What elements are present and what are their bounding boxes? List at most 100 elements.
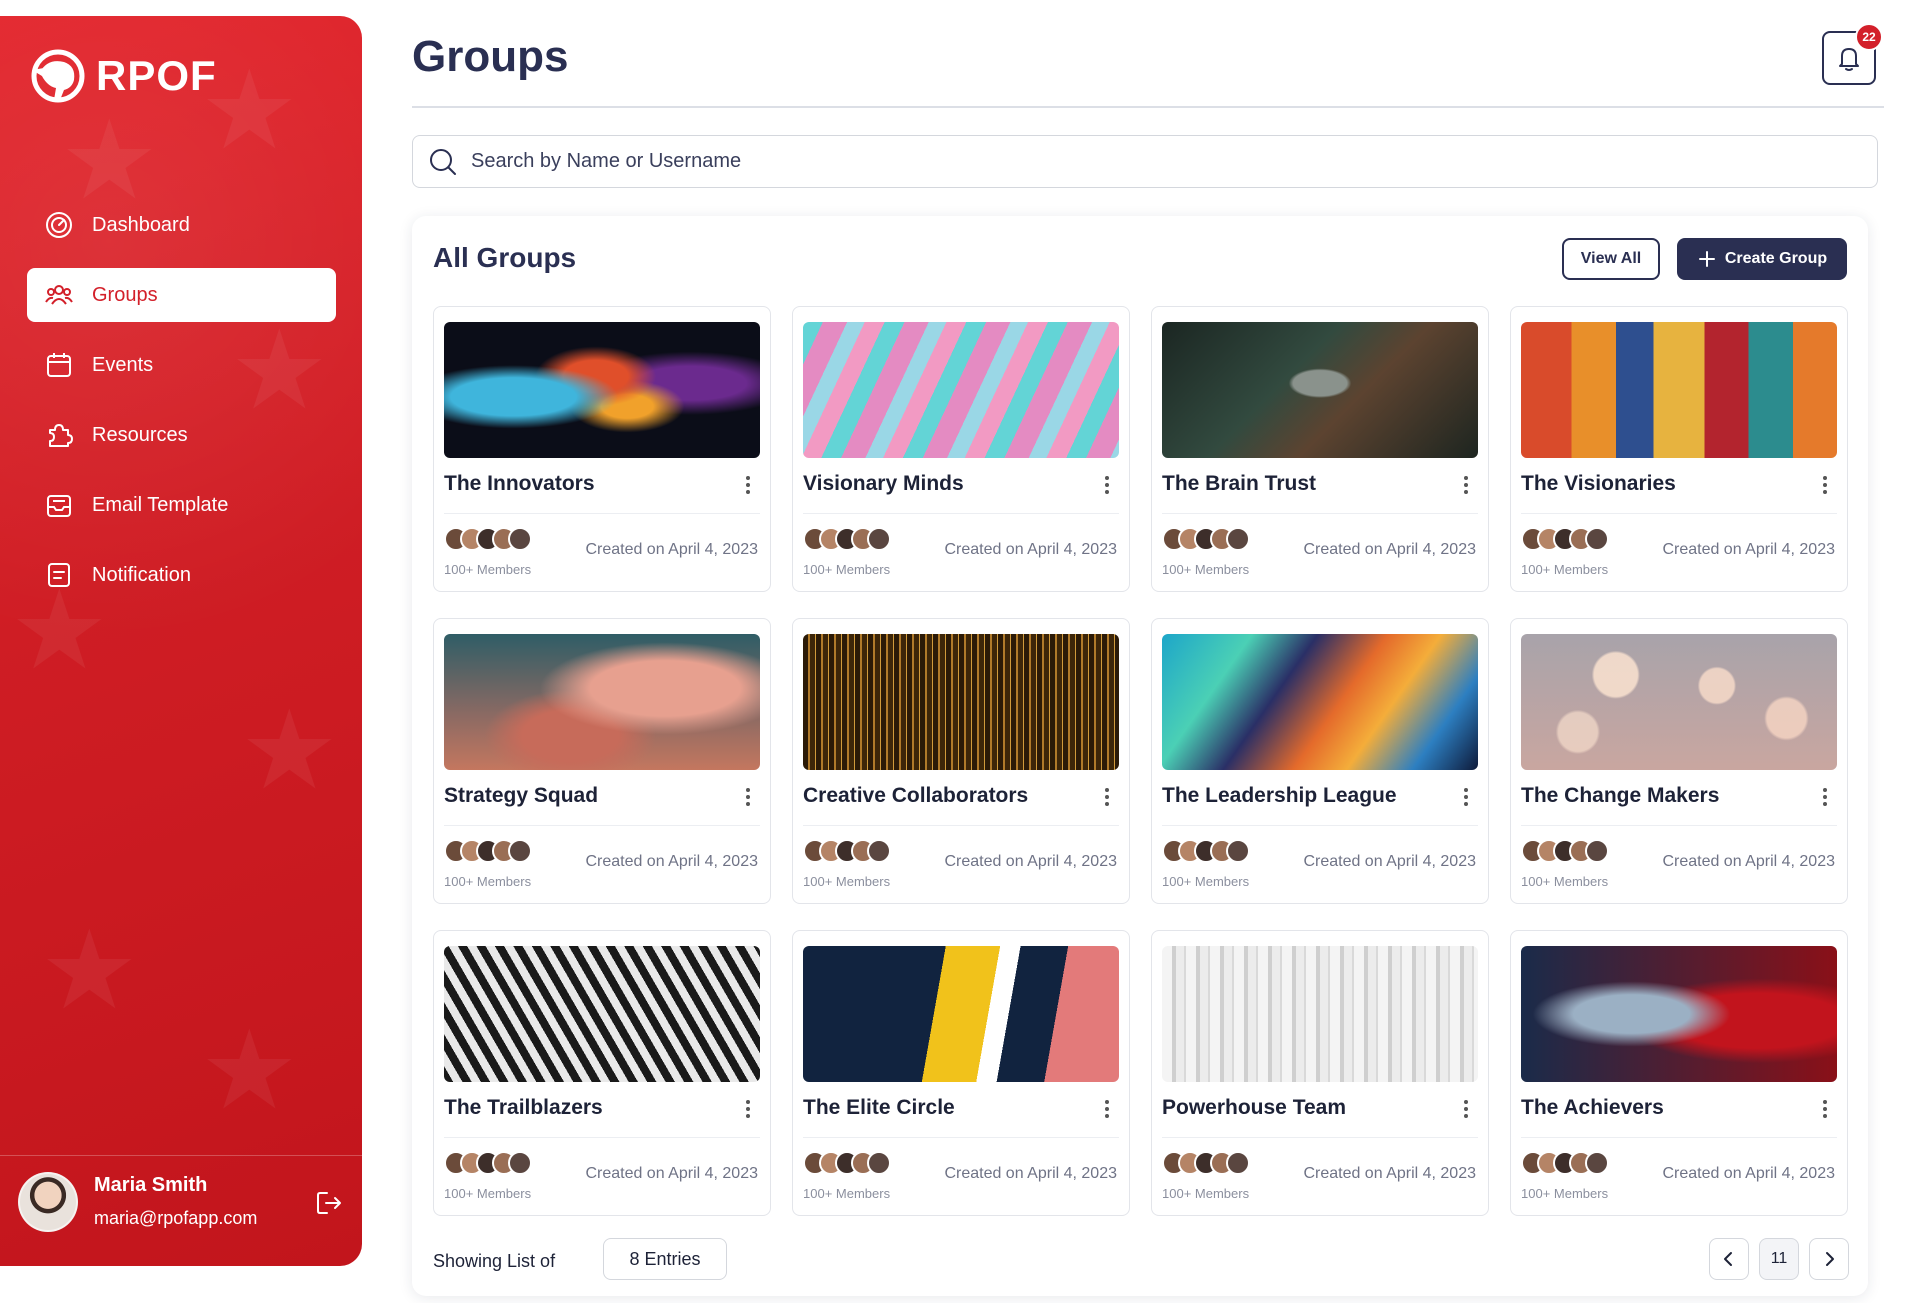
group-card[interactable]: The Change Makers 100+ Members Created o… <box>1510 618 1848 904</box>
prev-page-button[interactable] <box>1709 1238 1749 1280</box>
member-avatars <box>1521 527 1611 551</box>
group-name: Creative Collaborators <box>803 784 1029 807</box>
card-divider <box>1521 825 1837 826</box>
created-date: Created on April 4, 2023 <box>585 1165 758 1182</box>
entries-select[interactable]: 8 Entries <box>603 1238 727 1280</box>
user-name: Maria Smith <box>94 1174 208 1196</box>
group-name: The Achievers <box>1521 1096 1664 1119</box>
sidebar-nav: Dashboard Groups Events Resources Email … <box>27 198 336 618</box>
member-avatar <box>867 1151 891 1175</box>
member-count: 100+ Members <box>1521 874 1609 889</box>
avatar[interactable] <box>18 1172 78 1232</box>
sidebar-item-events[interactable]: Events <box>27 338 336 392</box>
group-name: Visionary Minds <box>803 472 964 495</box>
member-count: 100+ Members <box>1162 562 1250 577</box>
star-decoration-icon: ★ <box>240 689 339 812</box>
view-all-button[interactable]: View All <box>1562 238 1660 280</box>
group-card[interactable]: The Leadership League 100+ Members Creat… <box>1151 618 1489 904</box>
more-vertical-icon[interactable] <box>738 473 758 497</box>
group-card[interactable]: Creative Collaborators 100+ Members Crea… <box>792 618 1130 904</box>
member-avatar <box>1585 527 1609 551</box>
group-cover-image <box>444 322 760 458</box>
brand-name: RPOF <box>96 52 217 99</box>
more-vertical-icon[interactable] <box>1097 785 1117 809</box>
sidebar-item-label: Groups <box>92 283 158 306</box>
created-date: Created on April 4, 2023 <box>585 541 758 558</box>
created-date: Created on April 4, 2023 <box>944 853 1117 870</box>
puzzle-icon <box>49 424 73 447</box>
card-divider <box>803 1137 1119 1138</box>
member-avatar <box>508 1151 532 1175</box>
group-card[interactable]: Powerhouse Team 100+ Members Created on … <box>1151 930 1489 1216</box>
more-vertical-icon[interactable] <box>1456 785 1476 809</box>
member-count: 100+ Members <box>803 562 891 577</box>
group-card[interactable]: Visionary Minds 100+ Members Created on … <box>792 306 1130 592</box>
created-date: Created on April 4, 2023 <box>1662 853 1835 870</box>
group-card[interactable]: The Visionaries 100+ Members Created on … <box>1510 306 1848 592</box>
member-count: 100+ Members <box>1162 1186 1250 1201</box>
search-bar <box>412 135 1878 188</box>
star-decoration-icon: ★ <box>40 909 139 1032</box>
all-groups-panel: All Groups View All Create Group The Inn… <box>412 216 1868 1296</box>
notification-button[interactable]: 22 <box>1822 23 1883 85</box>
group-cover-image <box>444 946 760 1082</box>
card-divider <box>1521 1137 1837 1138</box>
member-avatar <box>867 839 891 863</box>
member-avatars <box>444 527 534 551</box>
member-count: 100+ Members <box>444 874 532 889</box>
more-vertical-icon[interactable] <box>738 1097 758 1121</box>
member-avatar <box>1226 1151 1250 1175</box>
group-card[interactable]: The Brain Trust 100+ Members Created on … <box>1151 306 1489 592</box>
created-date: Created on April 4, 2023 <box>1303 1165 1476 1182</box>
logout-icon[interactable] <box>314 1188 344 1218</box>
more-vertical-icon[interactable] <box>1097 1097 1117 1121</box>
calendar-icon <box>47 353 71 377</box>
group-card[interactable]: Strategy Squad 100+ Members Created on A… <box>433 618 771 904</box>
create-group-button[interactable]: Create Group <box>1677 238 1847 280</box>
created-date: Created on April 4, 2023 <box>1303 541 1476 558</box>
search-icon <box>430 148 456 175</box>
sidebar-item-label: Notification <box>92 563 191 586</box>
current-page[interactable]: 11 <box>1759 1238 1799 1280</box>
created-date: Created on April 4, 2023 <box>585 853 758 870</box>
group-cover-image <box>1162 946 1478 1082</box>
group-card[interactable]: The Innovators 100+ Members Created on A… <box>433 306 771 592</box>
search-input[interactable] <box>469 149 1853 174</box>
sidebar-item-dashboard[interactable]: Dashboard <box>27 198 336 252</box>
member-avatars <box>1162 527 1252 551</box>
group-name: The Innovators <box>444 472 595 495</box>
card-divider <box>444 825 760 826</box>
group-name: The Visionaries <box>1521 472 1676 495</box>
card-divider <box>803 825 1119 826</box>
sidebar-item-notification[interactable]: Notification <box>27 548 336 602</box>
member-avatars <box>1521 1151 1611 1175</box>
more-vertical-icon[interactable] <box>1456 473 1476 497</box>
more-vertical-icon[interactable] <box>1456 1097 1476 1121</box>
more-vertical-icon[interactable] <box>738 785 758 809</box>
sidebar-item-groups[interactable]: Groups <box>27 268 336 322</box>
sidebar-item-email-template[interactable]: Email Template <box>27 478 336 532</box>
member-avatar <box>1226 839 1250 863</box>
created-date: Created on April 4, 2023 <box>1662 541 1835 558</box>
sidebar-item-resources[interactable]: Resources <box>27 408 336 462</box>
member-avatars <box>1162 1151 1252 1175</box>
group-cover-image <box>1162 634 1478 770</box>
more-vertical-icon[interactable] <box>1097 473 1117 497</box>
group-card[interactable]: The Elite Circle 100+ Members Created on… <box>792 930 1130 1216</box>
group-card[interactable]: The Achievers 100+ Members Created on Ap… <box>1510 930 1848 1216</box>
brand[interactable]: RPOF <box>30 48 217 104</box>
notification-count-badge: 22 <box>1855 23 1883 51</box>
member-count: 100+ Members <box>1162 874 1250 889</box>
sidebar-item-label: Resources <box>92 423 188 446</box>
group-card[interactable]: The Trailblazers 100+ Members Created on… <box>433 930 771 1216</box>
more-vertical-icon[interactable] <box>1815 1097 1835 1121</box>
group-name: The Leadership League <box>1162 784 1397 807</box>
user-email: maria@rpofapp.com <box>94 1208 258 1228</box>
more-vertical-icon[interactable] <box>1815 785 1835 809</box>
next-page-button[interactable] <box>1809 1238 1849 1280</box>
plus-icon <box>1698 251 1715 267</box>
member-count: 100+ Members <box>1521 562 1609 577</box>
more-vertical-icon[interactable] <box>1815 473 1835 497</box>
group-cover-image <box>803 634 1119 770</box>
chevron-left-icon <box>1724 1252 1732 1266</box>
